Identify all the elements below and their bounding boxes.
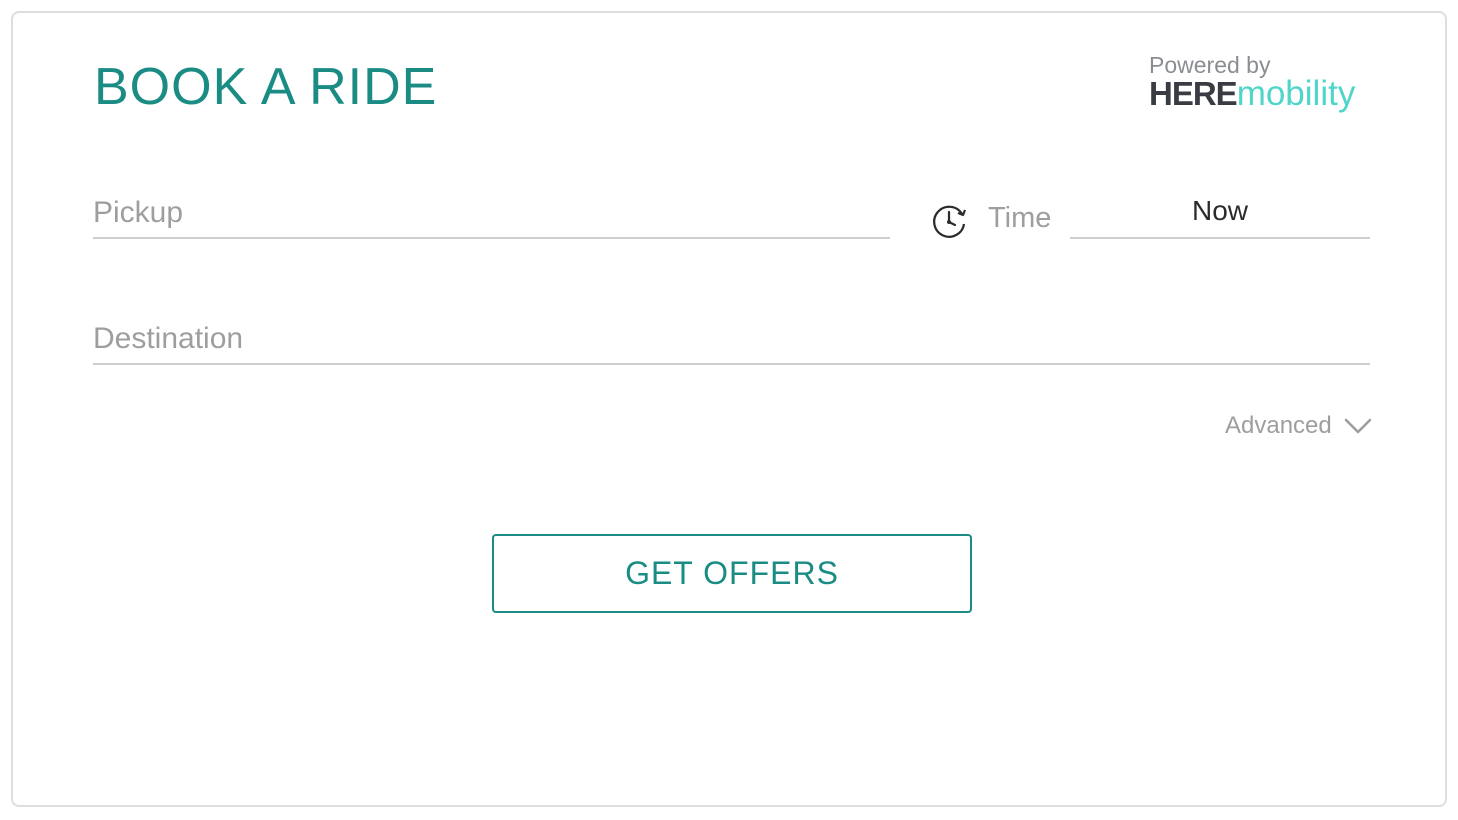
page-title: BOOK A RIDE bbox=[94, 58, 438, 116]
destination-field bbox=[93, 319, 1370, 365]
pickup-input[interactable] bbox=[93, 193, 890, 233]
time-select[interactable]: Now bbox=[1070, 193, 1370, 239]
brand-mobility-text: mobility bbox=[1236, 74, 1356, 113]
booking-card: BOOK A RIDE Powered by HEREmobility Time… bbox=[11, 11, 1447, 807]
get-offers-button[interactable]: GET OFFERS bbox=[492, 534, 972, 613]
advanced-toggle[interactable]: Advanced bbox=[1225, 411, 1372, 441]
advanced-label: Advanced bbox=[1225, 412, 1332, 439]
pickup-field bbox=[93, 193, 890, 239]
destination-input[interactable] bbox=[93, 319, 1370, 359]
time-value: Now bbox=[1191, 195, 1248, 226]
here-mobility-logo: HEREmobility bbox=[1149, 75, 1379, 120]
brand-logo: Powered by HEREmobility bbox=[1149, 53, 1379, 120]
chevron-down-icon bbox=[1344, 418, 1372, 434]
time-label: Time bbox=[988, 202, 1052, 234]
brand-here-text: HERE bbox=[1149, 75, 1238, 112]
clock-icon bbox=[933, 205, 967, 238]
